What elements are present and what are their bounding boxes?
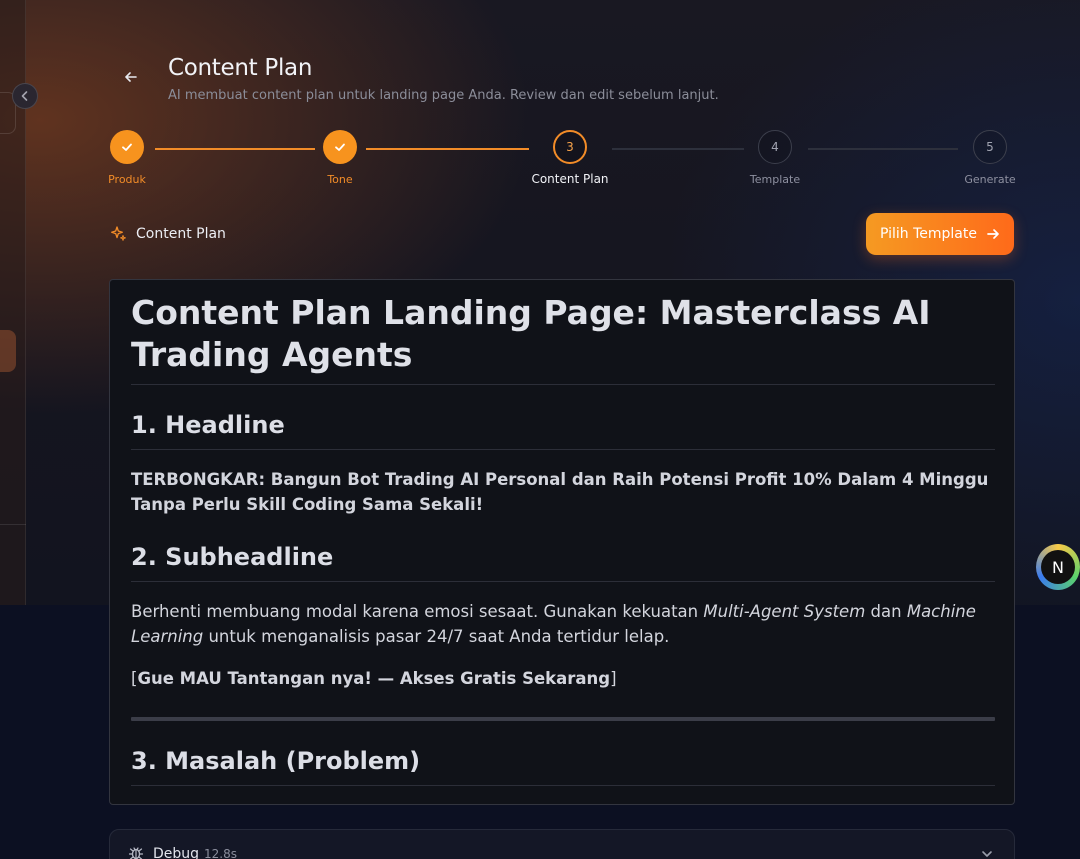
subheadline-part: dan <box>865 602 907 621</box>
heading-rule <box>131 384 995 385</box>
sidebar-item-active[interactable] <box>0 330 16 372</box>
cta-text: Gue MAU Tantangan nya! — Akses Gratis Se… <box>137 669 611 688</box>
headline-text: TERBONGKAR: Bangun Bot Trading AI Person… <box>131 470 989 514</box>
heading-rule <box>131 449 995 450</box>
step-3-circle[interactable]: 3 <box>553 130 587 164</box>
bracket: ] <box>610 669 617 688</box>
step-4-label: Template <box>749 173 801 186</box>
document-title: Content Plan Landing Page: Masterclass A… <box>131 293 931 374</box>
step-2-label: Tone <box>327 173 353 186</box>
content-plan-editor[interactable]: Content Plan Landing Page: Masterclass A… <box>109 279 1015 805</box>
step-connector <box>808 148 958 150</box>
step-5-label: Generate <box>964 173 1016 186</box>
heading-rule <box>131 581 995 582</box>
step-4-circle[interactable]: 4 <box>758 130 792 164</box>
heading-rule <box>131 785 995 786</box>
subheadline-part: untuk menganalisis pasar 24/7 saat Anda … <box>203 627 670 646</box>
step-1-label: Produk <box>108 173 146 186</box>
arrow-right-icon <box>987 229 999 239</box>
section-label: Content Plan <box>136 225 226 242</box>
choose-template-label: Pilih Template <box>879 226 977 242</box>
step-2-circle[interactable] <box>323 130 357 164</box>
heading-subheadline: 2. Subheadline <box>131 543 334 571</box>
step-5-circle[interactable]: 5 <box>973 130 1007 164</box>
avatar-initial: N <box>1041 550 1075 584</box>
debug-panel-toggle[interactable]: Debug 12.8s <box>109 829 1015 859</box>
cta-text-line: [Gue MAU Tantangan nya! — Akses Gratis S… <box>131 666 995 691</box>
sparkles-icon <box>111 226 126 241</box>
choose-template-button[interactable]: Pilih Template <box>866 213 1014 255</box>
step-1-circle[interactable] <box>110 130 144 164</box>
step-connector <box>612 148 744 150</box>
floating-avatar-button[interactable]: N <box>1036 544 1080 590</box>
content-plan-section-header: Content Plan <box>110 225 226 242</box>
subheadline-part: Berhenti membuang modal karena emosi ses… <box>131 602 704 621</box>
horizontal-rule <box>131 717 995 721</box>
step-3-label: Content Plan <box>531 172 609 186</box>
bug-icon <box>128 847 144 859</box>
step-connector <box>366 148 529 150</box>
heading-headline: 1. Headline <box>131 411 285 439</box>
subheadline-emphasis: Multi-Agent System <box>703 602 866 621</box>
sidebar-divider <box>0 524 26 525</box>
progress-stepper: Produk Tone 3 Content Plan 4 Template 5 … <box>0 0 1080 200</box>
check-icon <box>122 143 132 151</box>
chevron-down-icon <box>982 851 992 857</box>
check-icon <box>335 143 345 151</box>
step-connector <box>155 148 315 150</box>
subheadline-text: Berhenti membuang modal karena emosi ses… <box>131 599 995 649</box>
debug-time: 12.8s <box>204 847 237 859</box>
debug-label: Debug <box>153 846 200 859</box>
heading-problem: 3. Masalah (Problem) <box>131 747 421 775</box>
